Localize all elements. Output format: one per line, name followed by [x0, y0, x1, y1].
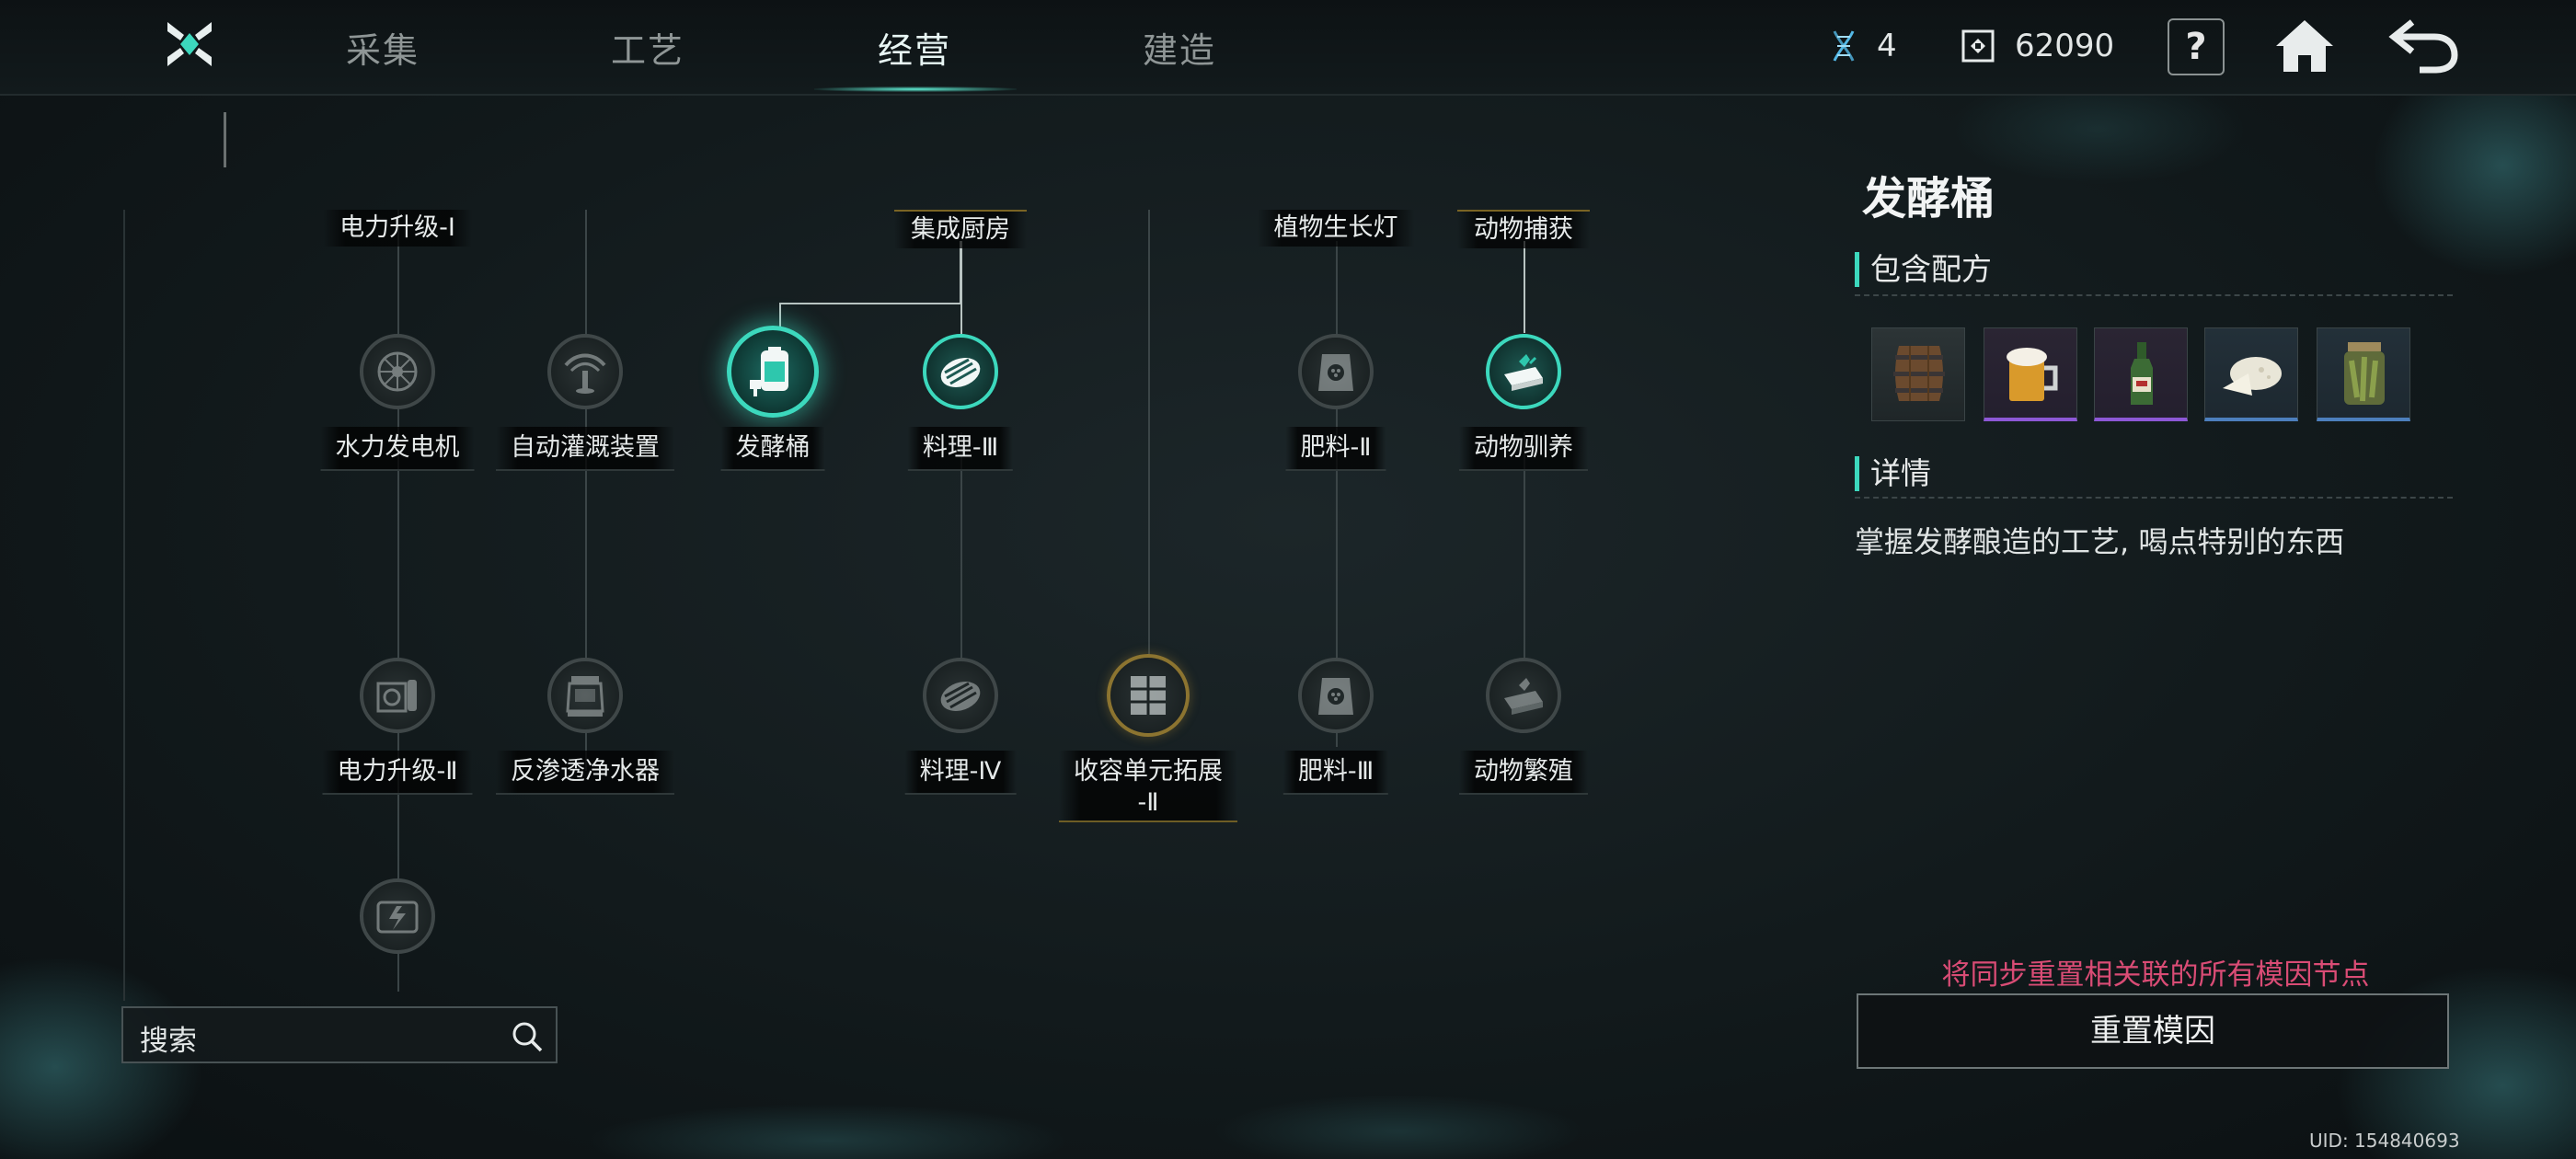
node-cooking-4[interactable]: [923, 658, 998, 733]
node-hydro-generator[interactable]: [360, 334, 435, 409]
info-heading: 详情: [1855, 456, 1931, 491]
node-label-fert2: 肥料-Ⅱ: [1285, 427, 1386, 471]
node-label-irrigation: 自动灌溉装置: [496, 427, 674, 471]
turbine-icon: [377, 351, 418, 392]
node-animal-breeding[interactable]: [1486, 658, 1561, 733]
node-generator[interactable]: [360, 878, 435, 954]
steak-icon: [940, 358, 981, 387]
search-input[interactable]: 搜索: [140, 1017, 197, 1059]
recipe-slot[interactable]: [1871, 327, 1965, 421]
prereq-tag-capture[interactable]: 动物捕获: [1457, 210, 1590, 248]
node-label-ferment: 发酵桶: [720, 427, 825, 471]
node-label-hydro: 水力发电机: [320, 427, 475, 471]
node-label-power2: 电力升级-Ⅱ: [322, 751, 473, 795]
recipe-slot[interactable]: [2094, 327, 2188, 421]
sprinkler-icon: [564, 353, 606, 394]
reset-meme-button[interactable]: 重置模因: [1857, 993, 2449, 1069]
recipe-slot[interactable]: [1984, 327, 2077, 421]
water-purifier-icon: [566, 676, 604, 717]
steak-icon: [940, 682, 981, 711]
node-label-storage2: 收容单元拓展 -Ⅱ: [1059, 751, 1237, 822]
section-divider: [1855, 497, 2453, 499]
node-storage-expansion-2[interactable]: [1107, 654, 1190, 737]
beer-mug-icon: [2007, 348, 2058, 401]
wooden-barrel-icon: [1893, 346, 1945, 401]
node-ro-purifier[interactable]: [547, 658, 623, 733]
node-fermentation-barrel[interactable]: [727, 326, 819, 418]
user-id: UID: 154840693: [2309, 1130, 2460, 1152]
search-icon[interactable]: [510, 1019, 545, 1054]
node-label-cook3: 料理-Ⅲ: [907, 427, 1014, 471]
prereq-tag-kitchen[interactable]: 集成厨房: [894, 210, 1027, 248]
node-power-upgrade-2[interactable]: [360, 658, 435, 733]
recipe-slot[interactable]: [2317, 327, 2410, 421]
section-divider: [1855, 294, 2453, 296]
reset-warning: 将同步重置相关联的所有模因节点: [1941, 958, 2370, 992]
node-label-cook4: 料理-Ⅳ: [904, 751, 1017, 795]
cheese-icon: [2223, 357, 2282, 396]
fermentation-barrel-icon: [750, 347, 788, 396]
node-label-ro: 反渗透净水器: [496, 751, 674, 795]
power-unit-icon: [376, 680, 417, 713]
fertilizer-bag-icon: [1318, 678, 1353, 715]
prereq-tag-grow-light[interactable]: 植物生长灯: [1257, 210, 1415, 247]
recipes-heading: 包含配方: [1855, 252, 1992, 287]
fertilizer-bag-icon: [1318, 354, 1353, 391]
node-fertilizer-2[interactable]: [1298, 334, 1374, 409]
search-box[interactable]: 搜索: [121, 1006, 558, 1063]
node-cooking-3[interactable]: [923, 334, 998, 409]
node-auto-irrigation[interactable]: [547, 334, 623, 409]
detail-title: 发酵桶: [1862, 173, 1995, 224]
node-label-breed: 动物繁殖: [1459, 751, 1588, 795]
node-animal-domestication[interactable]: [1486, 334, 1561, 409]
prereq-tag-power1[interactable]: 电力升级-Ⅰ: [323, 210, 472, 247]
bottle-icon: [2131, 342, 2153, 405]
node-fertilizer-3[interactable]: [1298, 658, 1374, 733]
detail-description: 掌握发酵酿造的工艺, 喝点特别的东西: [1855, 524, 2345, 559]
node-label-fert3: 肥料-Ⅲ: [1282, 751, 1389, 795]
animal-feed-icon: [1504, 678, 1543, 715]
node-label-domestic: 动物驯养: [1459, 427, 1588, 471]
storage-cabinet-icon: [1131, 676, 1166, 715]
pickle-jar-icon: [2344, 342, 2385, 405]
generator-icon: [376, 901, 419, 934]
animal-feed-icon: [1504, 354, 1543, 391]
recipe-slot[interactable]: [2204, 327, 2298, 421]
